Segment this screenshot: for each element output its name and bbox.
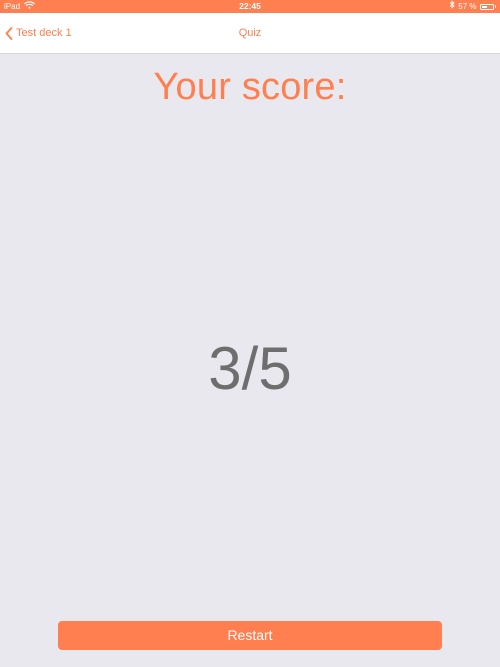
score-heading: Your score: xyxy=(153,66,347,108)
nav-title: Quiz xyxy=(238,27,262,39)
battery-level xyxy=(481,5,488,8)
navigation-bar: Test deck 1 Quiz xyxy=(0,13,500,54)
status-bar: iPad 22:45 57 % xyxy=(0,0,500,13)
quiz-results-screen: iPad 22:45 57 % Test deck 1 Quiz Your sc… xyxy=(0,0,500,667)
bluetooth-icon xyxy=(449,0,455,13)
battery-icon xyxy=(479,3,494,10)
battery-percentage: 57 % xyxy=(458,2,477,11)
battery-tip xyxy=(494,5,496,8)
status-right: 57 % xyxy=(449,0,496,13)
score-value: 3/5 xyxy=(208,335,292,402)
status-time: 22:45 xyxy=(239,1,261,11)
restart-button[interactable]: Restart xyxy=(58,621,442,650)
